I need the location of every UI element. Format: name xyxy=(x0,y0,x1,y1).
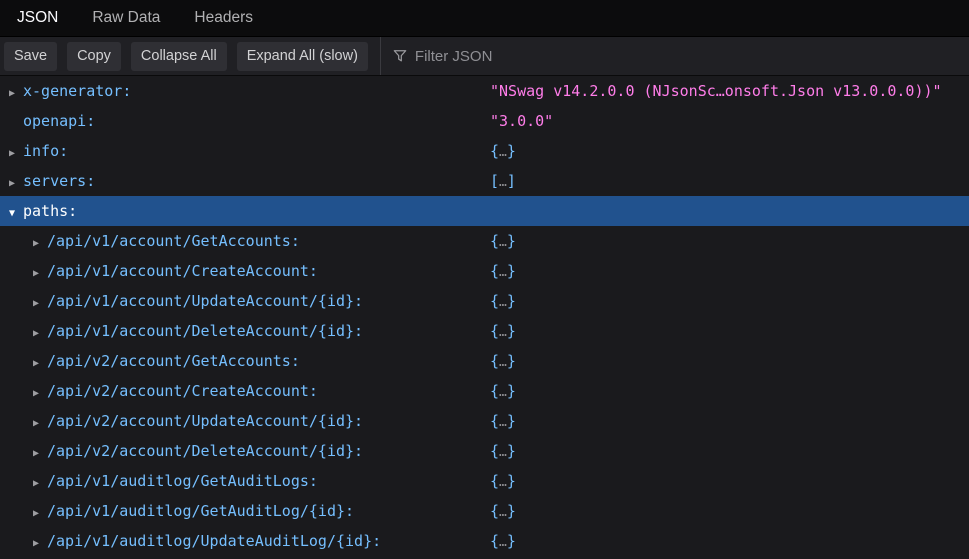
json-summary-value: {…} xyxy=(490,442,516,460)
json-key: openapi: xyxy=(23,112,96,130)
json-summary-value: {…} xyxy=(490,532,516,550)
json-row[interactable]: ▶ info: {…} xyxy=(0,136,969,166)
json-row[interactable]: ▶/api/v1/account/GetAccounts: {…} xyxy=(0,226,969,256)
json-row[interactable]: ▶/api/v2/account/GetAccounts: {…} xyxy=(0,346,969,376)
json-summary-value: {…} xyxy=(490,322,516,340)
json-toolbar: Save Copy Collapse All Expand All (slow)… xyxy=(0,36,969,76)
viewer-tab-bar: JSON Raw Data Headers xyxy=(0,0,969,36)
json-row[interactable]: ▶/api/v2/account/UpdateAccount/{id}: {…} xyxy=(0,406,969,436)
tab-headers[interactable]: Headers xyxy=(177,0,270,36)
tab-raw-data-label: Raw Data xyxy=(92,9,161,26)
json-summary-value: {…} xyxy=(490,142,516,160)
expand-all-button[interactable]: Expand All (slow) xyxy=(236,41,368,71)
json-key: /api/v1/auditlog/GetAuditLog/{id}: xyxy=(47,502,355,520)
json-key: paths: xyxy=(23,202,78,220)
json-key: /api/v2/account/DeleteAccount/{id}: xyxy=(47,442,364,460)
json-row[interactable]: ▶/api/v2/account/DeleteAccount/{id}: {…} xyxy=(0,436,969,466)
json-key: /api/v1/auditlog/GetAuditLogs: xyxy=(47,472,318,490)
json-row[interactable]: ▶ x-generator: "NSwag v14.2.0.0 (NJsonSc…o… xyxy=(0,76,969,106)
tab-json[interactable]: JSON xyxy=(0,0,75,36)
json-row[interactable]: ▶/api/v2/account/CreateAccount: {…} xyxy=(0,376,969,406)
json-string-value: "NSwag v14.2.0.0 (NJsonSc…onsoft.Json v1… xyxy=(490,82,942,100)
twisty-expanded-icon[interactable]: ▼ xyxy=(9,199,23,229)
json-key: servers: xyxy=(23,172,96,190)
twisty-collapsed-icon[interactable]: ▶ xyxy=(33,469,47,499)
twisty-collapsed-icon[interactable]: ▶ xyxy=(33,349,47,379)
twisty-collapsed-icon[interactable]: ▶ xyxy=(33,229,47,259)
json-row[interactable]: ▶ servers: […] xyxy=(0,166,969,196)
json-row[interactable]: ▶/api/v1/auditlog/UpdateAuditLog/{id}: {…… xyxy=(0,526,969,556)
json-key: /api/v1/account/UpdateAccount/{id}: xyxy=(47,292,364,310)
twisty-collapsed-icon[interactable]: ▶ xyxy=(9,139,23,169)
json-key: /api/v1/auditlog/UpdateAuditLog/{id}: xyxy=(47,532,382,550)
json-summary-value: {…} xyxy=(490,502,516,520)
twisty-collapsed-icon[interactable]: ▶ xyxy=(33,379,47,409)
json-summary-value: {…} xyxy=(490,292,516,310)
json-row[interactable]: openapi: "3.0.0" xyxy=(0,106,969,136)
json-tree: ▶ x-generator: "NSwag v14.2.0.0 (NJsonSc…o… xyxy=(0,76,969,556)
json-summary-value: {…} xyxy=(490,232,516,250)
twisty-collapsed-icon[interactable]: ▶ xyxy=(9,79,23,109)
json-key: /api/v2/account/GetAccounts: xyxy=(47,352,300,370)
json-summary-value: {…} xyxy=(490,412,516,430)
tab-json-label: JSON xyxy=(17,9,59,26)
json-key: x-generator: xyxy=(23,82,132,100)
json-key: /api/v2/account/UpdateAccount/{id}: xyxy=(47,412,364,430)
json-key: info: xyxy=(23,142,69,160)
tab-raw-data[interactable]: Raw Data xyxy=(75,0,177,36)
json-row[interactable]: ▶/api/v1/auditlog/GetAuditLogs: {…} xyxy=(0,466,969,496)
twisty-collapsed-icon[interactable]: ▶ xyxy=(33,289,47,319)
json-key: /api/v2/account/CreateAccount: xyxy=(47,382,318,400)
json-summary-value: {…} xyxy=(490,262,516,280)
filter-json-input[interactable]: Filter JSON xyxy=(393,48,969,65)
twisty-collapsed-icon[interactable]: ▶ xyxy=(33,259,47,289)
funnel-icon xyxy=(393,49,407,63)
json-row[interactable]: ▶/api/v1/auditlog/GetAuditLog/{id}: {…} xyxy=(0,496,969,526)
json-summary-value: {…} xyxy=(490,472,516,490)
json-string-value: "3.0.0" xyxy=(490,112,554,130)
twisty-collapsed-icon[interactable]: ▶ xyxy=(9,169,23,199)
collapse-all-button[interactable]: Collapse All xyxy=(130,41,227,71)
json-row[interactable]: ▶/api/v1/account/DeleteAccount/{id}: {…} xyxy=(0,316,969,346)
json-key: /api/v1/account/GetAccounts: xyxy=(47,232,300,250)
twisty-collapsed-icon[interactable]: ▶ xyxy=(33,409,47,439)
json-row[interactable]: ▼ paths: xyxy=(0,196,969,226)
json-row[interactable]: ▶/api/v1/account/CreateAccount: {…} xyxy=(0,256,969,286)
json-summary-value: {…} xyxy=(490,352,516,370)
json-key: /api/v1/account/CreateAccount: xyxy=(47,262,318,280)
json-summary-value: {…} xyxy=(490,382,516,400)
json-row[interactable]: ▶/api/v1/account/UpdateAccount/{id}: {…} xyxy=(0,286,969,316)
json-summary-value: […] xyxy=(490,172,516,190)
twisty-collapsed-icon[interactable]: ▶ xyxy=(33,319,47,349)
filter-placeholder: Filter JSON xyxy=(414,47,493,65)
save-button[interactable]: Save xyxy=(4,41,58,71)
tab-headers-label: Headers xyxy=(194,9,253,26)
twisty-collapsed-icon[interactable]: ▶ xyxy=(33,499,47,529)
copy-button[interactable]: Copy xyxy=(67,41,121,71)
json-key: /api/v1/account/DeleteAccount/{id}: xyxy=(47,322,364,340)
twisty-collapsed-icon[interactable]: ▶ xyxy=(33,439,47,469)
toolbar-separator xyxy=(379,37,381,75)
